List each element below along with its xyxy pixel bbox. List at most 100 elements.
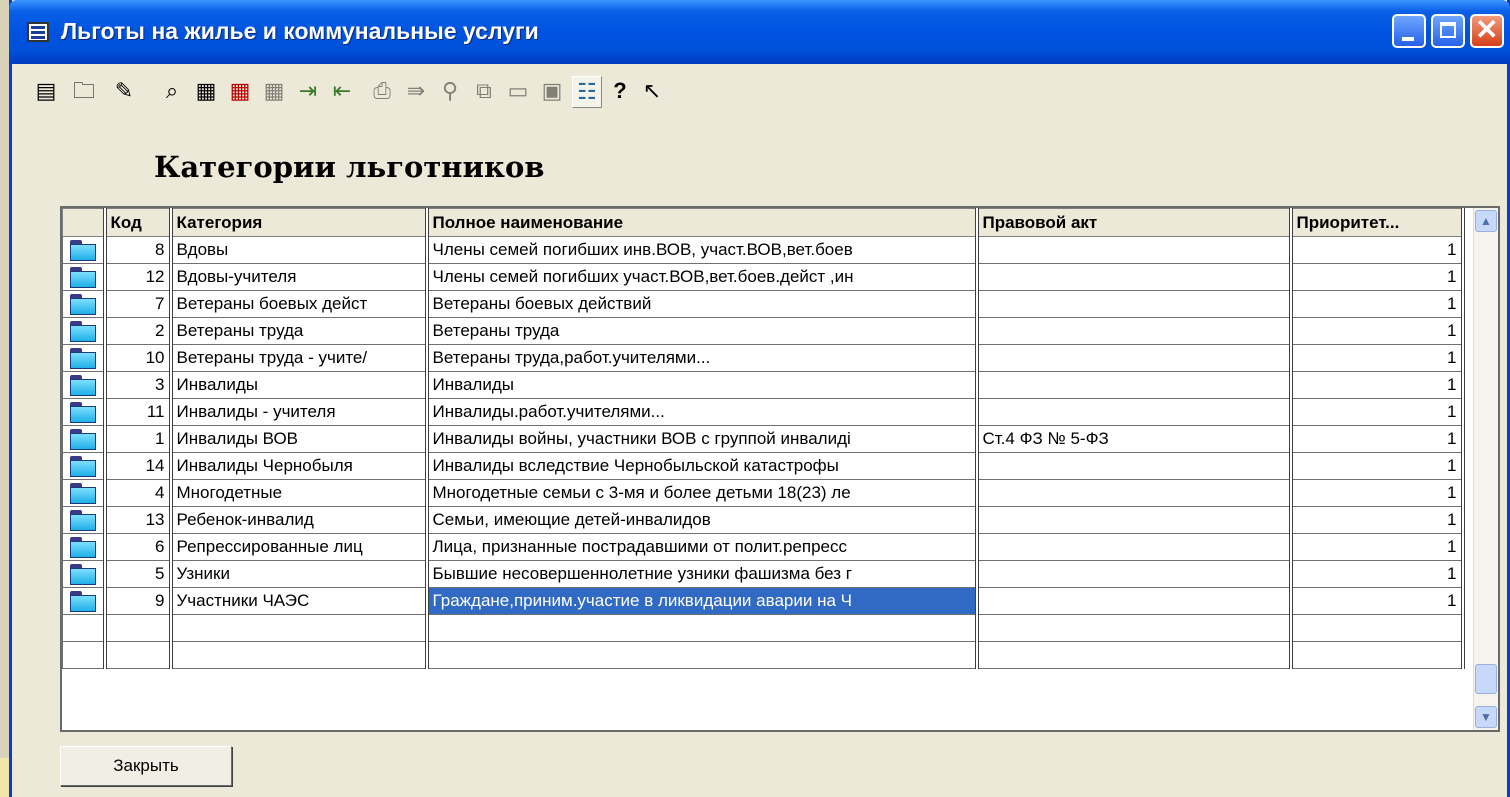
table-cell[interactable]: 1 [1290,560,1465,588]
table-cell[interactable] [170,614,429,642]
table-cell[interactable]: 2 [104,317,173,345]
table-cell[interactable]: Лица, признанные пострадавшими от полит.… [426,533,979,561]
row-selector[interactable] [62,317,107,345]
vertical-scrollbar[interactable]: ▲ ▼ [1473,208,1498,730]
table-cell[interactable]: Семьи, имеющие детей-инвалидов [426,506,979,534]
table-row[interactable]: 11 Инвалиды - учителя Инвалиды.работ.учите… [62,398,1465,426]
move-button[interactable]: ⇛ [402,76,430,106]
row-selector[interactable] [62,641,107,669]
table-cell[interactable]: 1 [1290,425,1465,453]
import-button[interactable]: ⇥ [294,76,322,106]
paste-special-button[interactable]: ▣ [538,76,566,106]
scroll-thumb[interactable] [1475,664,1497,694]
row-selector[interactable] [62,290,107,318]
row-selector[interactable] [62,236,107,264]
table-cell[interactable]: 1 [1290,290,1465,318]
paste-button[interactable]: ▭ [504,76,532,106]
table-cell[interactable]: Ветераны труда,работ.учителями... [426,344,979,372]
row-selector[interactable] [62,614,107,642]
edit-button[interactable]: ✎ [110,76,138,106]
column-header[interactable]: Полное наименование [426,208,979,237]
table-cell[interactable]: Граждане,приним.участие в ликвидации ава… [426,587,979,615]
table-cell[interactable]: 1 [1290,263,1465,291]
table-row[interactable]: 5 Узники Бывшие несовершеннолетние узники … [62,560,1465,588]
table-cell[interactable]: Ветераны труда [426,317,979,345]
table-cell[interactable] [104,641,173,669]
close-button[interactable]: Закрыть [60,746,232,786]
table-cell[interactable]: 1 [1290,344,1465,372]
table-cell[interactable]: Ст.4 ФЗ № 5-ФЗ [976,425,1293,453]
copy-button[interactable]: ⧉ [470,76,498,106]
table-cell[interactable] [976,398,1293,426]
table-cell[interactable]: 1 [1290,317,1465,345]
column-header[interactable]: Правовой акт [976,208,1293,237]
minimize-button[interactable] [1392,14,1426,48]
row-selector-header[interactable] [62,208,107,237]
table-cell[interactable] [976,641,1293,669]
table-cell[interactable] [976,479,1293,507]
row-selector[interactable] [62,425,107,453]
column-header[interactable]: Категория [170,208,429,237]
context-help-button[interactable]: ↖ [638,76,666,106]
table-cell[interactable]: 6 [104,533,173,561]
data-grid[interactable]: Код Категория Полное наименование Правов… [60,206,1500,732]
table-row[interactable]: 4 Многодетные Многодетные семьи с 3-мя и б… [62,479,1465,507]
table-cell[interactable]: 9 [104,587,173,615]
table-row[interactable]: 2 Ветераны труда Ветераны труда 1 [62,317,1465,345]
table-cell[interactable]: Участники ЧАЭС [170,587,429,615]
table-cell[interactable] [976,614,1293,642]
table-cell[interactable]: Многодетные [170,479,429,507]
row-selector[interactable] [62,398,107,426]
table-cell[interactable] [976,263,1293,291]
table-cell[interactable] [976,344,1293,372]
help-button[interactable]: ? [606,76,634,106]
table-cell[interactable]: 13 [104,506,173,534]
table-cell[interactable]: Бывшие несовершеннолетние узники фашизма… [426,560,979,588]
table-cell[interactable]: Инвалиды Чернобыля [170,452,429,480]
table-cell[interactable]: Ветераны труда [170,317,429,345]
table-cell[interactable]: Инвалиды - учителя [170,398,429,426]
copy-row-button[interactable]: ▦ [260,76,288,106]
table-cell[interactable] [976,560,1293,588]
table-cell[interactable] [976,236,1293,264]
table-cell[interactable]: 10 [104,344,173,372]
open-folder-button[interactable]: 🗀 [70,76,98,106]
table-row[interactable]: 1 Инвалиды ВОВ Инвалиды войны, участники В… [62,425,1465,453]
table-cell[interactable]: 7 [104,290,173,318]
table-cell[interactable]: Ветераны боевых дейст [170,290,429,318]
table-cell[interactable] [426,641,979,669]
table-cell[interactable]: Инвалиды войны, участники ВОВ с группой … [426,425,979,453]
delete-row-button[interactable]: ▦ [226,76,254,106]
row-selector[interactable] [62,533,107,561]
table-cell[interactable] [104,614,173,642]
table-cell[interactable]: 1 [1290,371,1465,399]
scroll-down-button[interactable]: ▼ [1475,706,1497,728]
table-cell[interactable]: 1 [104,425,173,453]
row-selector[interactable] [62,344,107,372]
row-selector[interactable] [62,452,107,480]
find-button[interactable]: ⌕ [158,76,186,106]
table-cell[interactable] [976,452,1293,480]
table-row[interactable]: 14 Инвалиды Чернобыля Инвалиды вследствие … [62,452,1465,480]
table-cell[interactable]: Инвалиды.работ.учителями... [426,398,979,426]
table-cell[interactable]: Инвалиды вследствие Чернобыльской катаст… [426,452,979,480]
export-button[interactable]: ⇤ [328,76,356,106]
table-cell[interactable] [976,506,1293,534]
column-header[interactable]: Код [104,208,173,237]
table-cell[interactable] [426,614,979,642]
table-row[interactable]: 8 Вдовы Члены семей погибших инв.ВОВ, учас… [62,236,1465,264]
table-row[interactable] [62,641,1465,669]
table-cell[interactable]: 14 [104,452,173,480]
table-cell[interactable] [170,641,429,669]
table-cell[interactable]: 1 [1290,236,1465,264]
print-button[interactable]: ⎙ [368,76,396,106]
table-cell[interactable]: 3 [104,371,173,399]
table-cell[interactable]: Члены семей погибших участ.ВОВ,вет.боев.… [426,263,979,291]
row-selector[interactable] [62,506,107,534]
table-cell[interactable]: Инвалиды ВОВ [170,425,429,453]
table-cell[interactable]: Инвалиды [170,371,429,399]
row-selector[interactable] [62,560,107,588]
table-cell[interactable]: Члены семей погибших инв.ВОВ, участ.ВОВ,… [426,236,979,264]
link-button[interactable]: ⚲ [436,76,464,106]
table-cell[interactable]: 1 [1290,479,1465,507]
